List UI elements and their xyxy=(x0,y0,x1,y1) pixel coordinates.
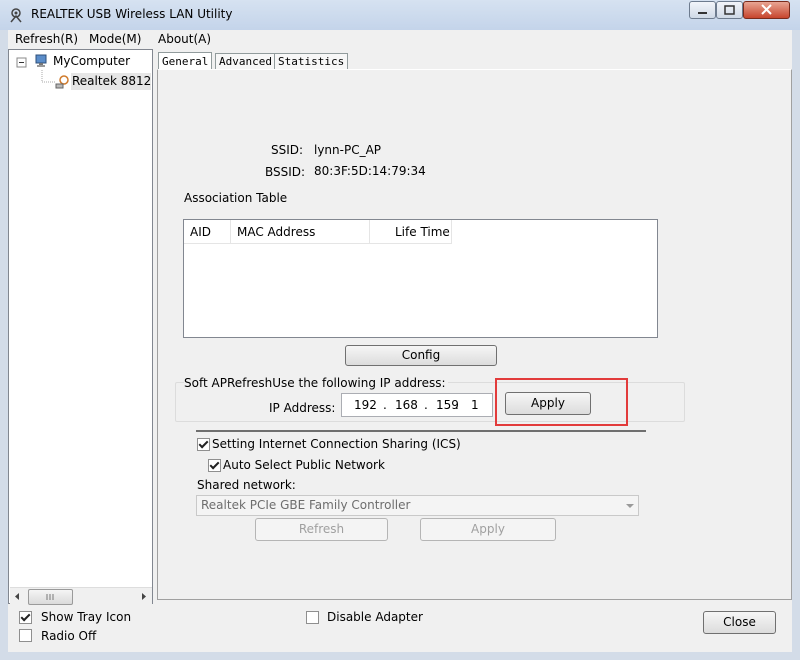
tab-advanced[interactable]: Advanced xyxy=(215,53,276,70)
column-header-mac[interactable]: MAC Address xyxy=(231,220,370,244)
show-tray-icon-label[interactable]: Show Tray Icon xyxy=(41,610,131,624)
tree-horizontal-scrollbar[interactable] xyxy=(10,587,152,605)
shared-network-select[interactable]: Realtek PCIe GBE Family Controller xyxy=(196,495,639,516)
close-window-button[interactable] xyxy=(743,1,790,19)
grip-icon xyxy=(46,594,54,600)
menu-refresh[interactable]: Refresh(R) xyxy=(15,32,78,46)
auto-select-checkbox[interactable] xyxy=(208,459,221,472)
tree-item-adapter[interactable]: Realtek 8812A xyxy=(71,73,151,90)
computer-icon xyxy=(35,54,47,67)
ssid-label: SSID: xyxy=(271,143,304,157)
ip-octet-1[interactable]: 192 xyxy=(354,398,377,412)
auto-select-label[interactable]: Auto Select Public Network xyxy=(223,458,385,472)
highlight-box xyxy=(495,378,628,426)
radio-off-checkbox[interactable] xyxy=(19,629,32,642)
tree-item-mycomputer[interactable]: MyComputer xyxy=(53,54,130,68)
maximize-button[interactable] xyxy=(716,1,743,19)
shared-network-value: Realtek PCIe GBE Family Controller xyxy=(201,498,411,512)
softap-group-title: Soft APRefreshUse the following IP addre… xyxy=(184,376,448,390)
shared-network-label: Shared network: xyxy=(197,478,296,492)
adapter-icon xyxy=(55,75,69,89)
column-header-aid[interactable]: AID xyxy=(184,220,231,244)
ip-octet-4[interactable]: 1 xyxy=(471,398,479,412)
radio-off-label[interactable]: Radio Off xyxy=(41,629,96,643)
tree-item-adapter-label: Realtek 8812A xyxy=(72,74,151,88)
chevron-down-icon xyxy=(626,504,634,508)
close-button[interactable]: Close xyxy=(703,611,776,634)
ssid-value: lynn-PC_AP xyxy=(314,143,382,157)
scroll-thumb[interactable] xyxy=(28,589,73,605)
disable-adapter-label[interactable]: Disable Adapter xyxy=(327,610,423,624)
association-table-title: Association Table xyxy=(184,191,288,205)
maximize-icon xyxy=(724,5,735,15)
ip-address-field[interactable]: 192 . 168 . 159 . 1 xyxy=(341,393,493,417)
refresh-button[interactable]: Refresh xyxy=(255,518,388,541)
tab-statistics[interactable]: Statistics xyxy=(274,53,349,70)
bssid-value: 80:3F:5D:14:79:34 xyxy=(314,164,426,178)
menu-about[interactable]: About(A) xyxy=(158,32,211,46)
close-icon xyxy=(761,4,772,15)
ip-address-label: IP Address: xyxy=(269,401,336,415)
minimize-icon xyxy=(698,12,707,14)
app-icon xyxy=(10,8,22,23)
scroll-left-icon[interactable] xyxy=(13,592,21,601)
title-bar[interactable]: REALTEK USB Wireless LAN Utility xyxy=(0,0,800,30)
ip-octet-2[interactable]: 168 xyxy=(395,398,418,412)
show-tray-icon-checkbox[interactable] xyxy=(19,611,32,624)
device-tree[interactable]: MyComputer Realtek 8812A xyxy=(8,49,153,605)
menu-bar: Refresh(R) Mode(M) About(A) xyxy=(8,30,792,50)
utility-window: REALTEK USB Wireless LAN Utility Refresh… xyxy=(0,0,800,660)
config-button[interactable]: Config xyxy=(345,345,497,366)
apply-button[interactable]: Apply xyxy=(420,518,556,541)
window-title: REALTEK USB Wireless LAN Utility xyxy=(31,7,233,21)
ip-dot: . xyxy=(455,398,459,412)
minimize-button[interactable] xyxy=(689,1,716,19)
ics-label[interactable]: Setting Internet Connection Sharing (ICS… xyxy=(212,437,461,451)
ics-checkbox[interactable] xyxy=(197,438,210,451)
ip-dot: . xyxy=(383,398,387,412)
disable-adapter-checkbox[interactable] xyxy=(306,611,319,624)
ip-dot: . xyxy=(424,398,428,412)
separator-line xyxy=(196,430,646,432)
scroll-right-icon[interactable] xyxy=(140,592,148,601)
column-header-lifetime[interactable]: Life Time xyxy=(370,220,452,244)
menu-mode[interactable]: Mode(M) xyxy=(89,32,141,46)
bssid-label: BSSID: xyxy=(265,165,306,179)
association-table[interactable]: AID MAC Address Life Time xyxy=(183,219,658,338)
